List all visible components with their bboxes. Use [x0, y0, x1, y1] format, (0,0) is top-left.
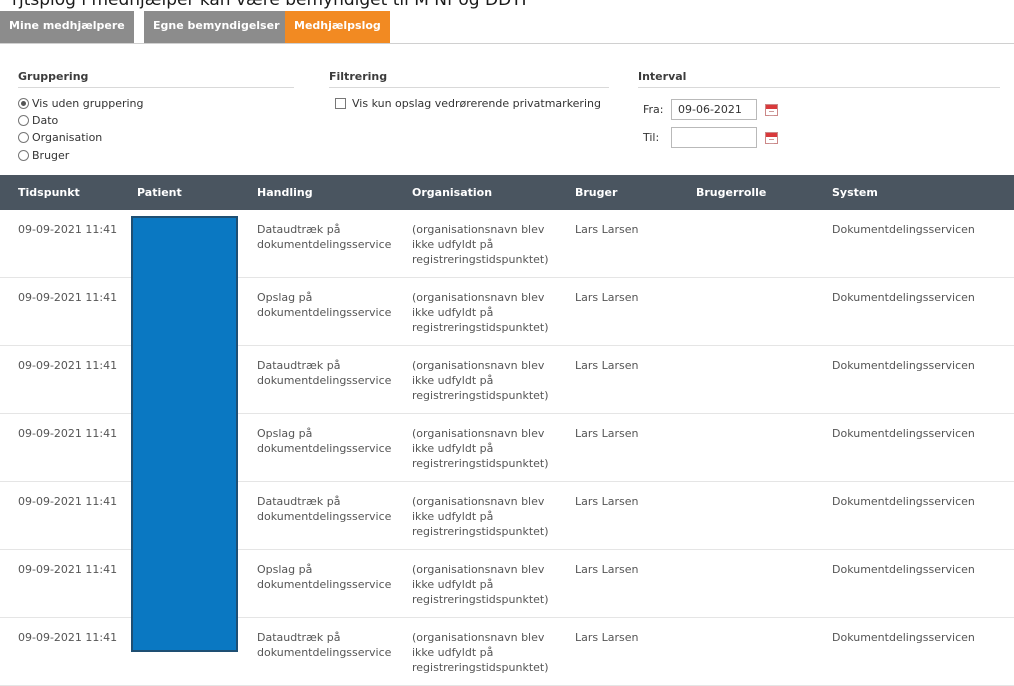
cell-organisation: (organisationsnavn blev ikke udfyldt på re…: [412, 495, 549, 538]
cell-system: Dokumentdelingsservicen: [832, 631, 975, 644]
from-label: Fra:: [643, 103, 664, 116]
calendar-icon[interactable]: [765, 103, 778, 116]
cell-system: Dokumentdelingsservicen: [832, 563, 975, 576]
privatmarkering-checkbox[interactable]: [335, 97, 346, 109]
cell-user: Lars Larsen: [575, 359, 639, 372]
cell-time: 09-09-2021 11:41: [18, 495, 118, 508]
filter-title: Filtrering: [329, 70, 609, 88]
col-tidspunkt[interactable]: Tidspunkt: [18, 175, 80, 210]
cell-time: 09-09-2021 11:41: [18, 223, 118, 236]
radio-label: Organisation: [32, 130, 103, 144]
interval-title: Interval: [638, 70, 1000, 88]
tab-medhjaelpslog[interactable]: Medhjælpslog: [285, 11, 390, 43]
to-date-row: Til:: [643, 127, 778, 148]
radio-icon[interactable]: [18, 149, 29, 161]
cell-action: Dataudtræk på dokumentdelingsservice: [257, 631, 392, 659]
radio-label: Vis uden gruppering: [32, 96, 144, 110]
cell-user: Lars Larsen: [575, 223, 639, 236]
radio-bruger[interactable]: Bruger: [18, 146, 294, 164]
cell-user: Lars Larsen: [575, 495, 639, 508]
radio-icon[interactable]: [18, 131, 29, 143]
col-patient[interactable]: Patient: [137, 175, 182, 210]
cell-organisation: (organisationsnavn blev ikke udfyldt på re…: [412, 359, 549, 402]
cell-time: 09-09-2021 11:41: [18, 291, 118, 304]
from-date-row: Fra:: [643, 99, 778, 120]
cell-organisation: (organisationsnavn blev ikke udfyldt på re…: [412, 427, 549, 470]
cell-system: Dokumentdelingsservicen: [832, 427, 975, 440]
patient-redaction-block: [131, 216, 238, 652]
filter-section: Filtrering Vis kun opslag vedrørerende p…: [329, 70, 609, 112]
cell-user: Lars Larsen: [575, 427, 639, 440]
to-date-input[interactable]: [671, 127, 757, 148]
radio-label: Dato: [32, 113, 59, 127]
grouping-title: Gruppering: [18, 70, 294, 88]
tab-divider: [0, 43, 1014, 44]
tab-bar: Mine medhjælpere Egne bemyndigelser Medh…: [0, 11, 1014, 44]
radio-label: Bruger: [32, 148, 70, 162]
table-header: Tidspunkt Patient Handling Organisation …: [0, 175, 1014, 210]
interval-section: Interval: [638, 70, 1000, 88]
cell-system: Dokumentdelingsservicen: [832, 495, 975, 508]
to-label: Til:: [643, 131, 660, 144]
from-date-input[interactable]: [671, 99, 757, 120]
cell-action: Opslag på dokumentdelingsservice: [257, 563, 392, 591]
tab-egne-bemyndigelser[interactable]: Egne bemyndigelser: [144, 11, 290, 43]
page-caption: rjtsplog i medhjælper kan være bemyndige…: [12, 0, 532, 10]
cell-action: Opslag på dokumentdelingsservice: [257, 291, 392, 319]
cell-system: Dokumentdelingsservicen: [832, 359, 975, 372]
col-system[interactable]: System: [832, 175, 878, 210]
radio-vis-uden-gruppering[interactable]: Vis uden gruppering: [18, 94, 294, 112]
tab-mine-medhjaelpere[interactable]: Mine medhjælpere: [0, 11, 135, 43]
cell-time: 09-09-2021 11:41: [18, 631, 118, 644]
cell-action: Dataudtræk på dokumentdelingsservice: [257, 495, 392, 523]
cell-time: 09-09-2021 11:41: [18, 359, 118, 372]
calendar-icon[interactable]: [765, 131, 778, 144]
cell-action: Dataudtræk på dokumentdelingsservice: [257, 223, 392, 251]
cell-organisation: (organisationsnavn blev ikke udfyldt på re…: [412, 631, 549, 674]
cell-action: Dataudtræk på dokumentdelingsservice: [257, 359, 392, 387]
checkbox-label: Vis kun opslag vedrørerende privatmarker…: [352, 96, 601, 110]
privatmarkering-filter[interactable]: Vis kun opslag vedrørerende privatmarker…: [335, 94, 609, 112]
col-brugerrolle[interactable]: Brugerrolle: [696, 175, 766, 210]
cell-user: Lars Larsen: [575, 631, 639, 644]
col-bruger[interactable]: Bruger: [575, 175, 617, 210]
cell-time: 09-09-2021 11:41: [18, 427, 118, 440]
cell-organisation: (organisationsnavn blev ikke udfyldt på re…: [412, 223, 549, 266]
cell-system: Dokumentdelingsservicen: [832, 291, 975, 304]
radio-dato[interactable]: Dato: [18, 112, 294, 128]
cell-time: 09-09-2021 11:41: [18, 563, 118, 576]
cell-organisation: (organisationsnavn blev ikke udfyldt på re…: [412, 291, 549, 334]
radio-icon[interactable]: [18, 114, 29, 126]
col-handling[interactable]: Handling: [257, 175, 313, 210]
grouping-section: Gruppering Vis uden gruppering Dato Orga…: [18, 70, 294, 164]
cell-system: Dokumentdelingsservicen: [832, 223, 975, 236]
cell-user: Lars Larsen: [575, 291, 639, 304]
radio-selected-icon[interactable]: [18, 97, 29, 109]
col-organisation[interactable]: Organisation: [412, 175, 492, 210]
cell-organisation: (organisationsnavn blev ikke udfyldt på re…: [412, 563, 549, 606]
radio-organisation[interactable]: Organisation: [18, 128, 294, 146]
cell-user: Lars Larsen: [575, 563, 639, 576]
cell-action: Opslag på dokumentdelingsservice: [257, 427, 392, 455]
